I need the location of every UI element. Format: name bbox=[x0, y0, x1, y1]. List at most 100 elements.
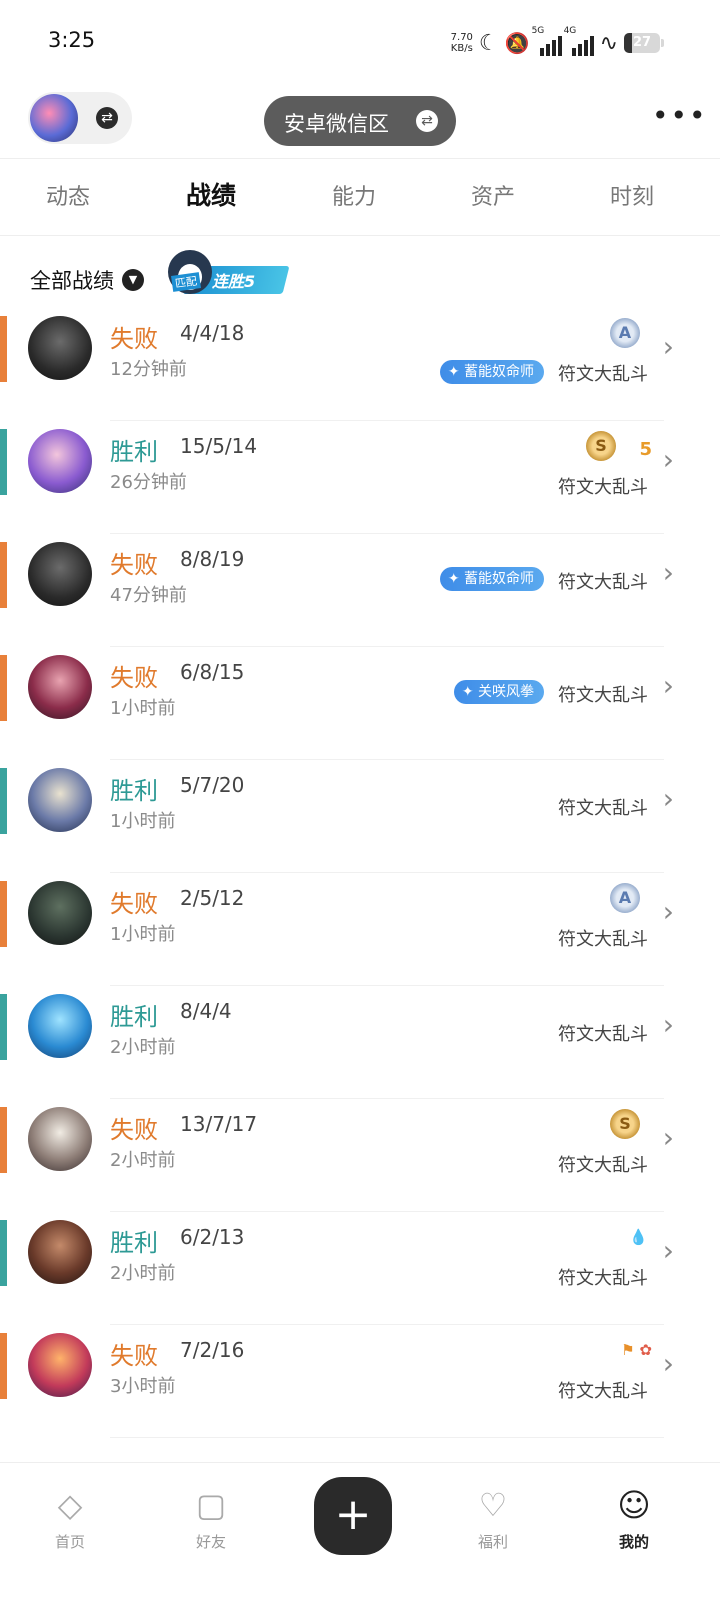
match-row[interactable]: 失败 2/5/12 1小时前 符文大乱斗 A › bbox=[0, 873, 720, 986]
flag-icon: ⚑ bbox=[621, 1341, 635, 1359]
more-menu-icon[interactable]: ••• bbox=[652, 102, 708, 130]
nav-welfare[interactable]: ♡ 福利 bbox=[453, 1485, 533, 1552]
champion-avatar bbox=[28, 1107, 92, 1171]
tab-ability[interactable]: 能力 bbox=[332, 179, 376, 211]
chevron-right-icon[interactable]: › bbox=[663, 895, 674, 928]
highlight-badge-label: 关咲风拳 bbox=[478, 684, 534, 700]
match-row[interactable]: 失败 13/7/17 2小时前 符文大乱斗 S › bbox=[0, 1099, 720, 1212]
match-result: 胜利 bbox=[110, 777, 158, 805]
nav-me-label: 我的 bbox=[618, 1533, 649, 1551]
sparkle-icon: ✦ bbox=[447, 571, 464, 587]
chevron-right-icon[interactable]: › bbox=[663, 669, 674, 702]
result-strip bbox=[0, 994, 7, 1060]
match-time-ago: 2小时前 bbox=[110, 1150, 176, 1171]
speed-unit: KB/s bbox=[450, 43, 473, 54]
tab-bar: 动态 战绩 能力 资产 时刻 bbox=[0, 158, 720, 236]
nav-friends-label: 好友 bbox=[195, 1533, 226, 1551]
champion-avatar bbox=[28, 655, 92, 719]
chevron-right-icon[interactable]: › bbox=[663, 782, 674, 815]
result-strip bbox=[0, 768, 7, 834]
top-bar: ⇄ 安卓微信区 ⇄ ••• bbox=[0, 92, 720, 152]
highlight-badge-label: 蓄能奴命师 bbox=[464, 364, 534, 380]
match-result: 失败 bbox=[110, 551, 158, 579]
chevron-right-icon[interactable]: › bbox=[663, 330, 674, 363]
nav-friends[interactable]: ▢ 好友 bbox=[171, 1485, 251, 1552]
swap-icon: ⇄ bbox=[416, 110, 438, 132]
chevron-right-icon[interactable]: › bbox=[663, 1121, 674, 1154]
tab-assets[interactable]: 资产 bbox=[471, 179, 515, 211]
wifi-icon: ∿ bbox=[599, 30, 618, 56]
record-filter[interactable]: 全部战绩 ▼ bbox=[30, 262, 144, 298]
sparkle-icon: ✦ bbox=[461, 684, 478, 700]
match-row[interactable]: 失败 8/8/19 47分钟前 符文大乱斗 ✦ 蓄能奴命师 › bbox=[0, 534, 720, 647]
match-row[interactable]: 胜利 8/4/4 2小时前 符文大乱斗 › bbox=[0, 986, 720, 1099]
result-strip bbox=[0, 655, 7, 721]
match-row[interactable]: 失败 6/8/15 1小时前 符文大乱斗 ✦ 关咲风拳 › bbox=[0, 647, 720, 760]
game-mode: 符文大乱斗 bbox=[558, 477, 648, 498]
avatar bbox=[30, 94, 78, 142]
signal-4g: 4G bbox=[564, 26, 594, 56]
signal-5g-label: 5G bbox=[531, 26, 545, 36]
medal-a-icon: A bbox=[610, 883, 640, 913]
game-mode: 符文大乱斗 bbox=[558, 1268, 648, 1289]
match-result: 失败 bbox=[110, 890, 158, 918]
nav-me[interactable]: ☺ 我的 bbox=[594, 1485, 674, 1552]
match-result: 胜利 bbox=[110, 438, 158, 466]
match-time-ago: 2小时前 bbox=[110, 1263, 176, 1284]
chevron-down-icon: ▼ bbox=[122, 269, 144, 291]
highlight-badge: ✦ 蓄能奴命师 bbox=[439, 567, 544, 591]
medal-s-icon: S bbox=[610, 1109, 640, 1139]
network-speed: 7.70 KB/s bbox=[451, 32, 473, 54]
match-kda: 6/2/13 bbox=[180, 1225, 245, 1249]
match-row[interactable]: 胜利 15/5/14 26分钟前 符文大乱斗 S 5 › bbox=[0, 421, 720, 534]
account-switcher[interactable]: ⇄ bbox=[28, 92, 132, 144]
chevron-right-icon[interactable]: › bbox=[663, 1347, 674, 1380]
match-time-ago: 2小时前 bbox=[110, 1037, 176, 1058]
result-strip bbox=[0, 1220, 7, 1286]
champion-avatar bbox=[28, 542, 92, 606]
match-kda: 13/7/17 bbox=[180, 1112, 258, 1136]
tab-moments[interactable]: 时刻 bbox=[610, 179, 654, 211]
chevron-right-icon[interactable]: › bbox=[663, 1234, 674, 1267]
match-time-ago: 47分钟前 bbox=[110, 585, 187, 606]
add-button[interactable]: + bbox=[314, 1477, 392, 1555]
sparkle-icon: ✦ bbox=[447, 364, 464, 380]
match-kda: 15/5/14 bbox=[180, 434, 258, 458]
game-mode: 符文大乱斗 bbox=[558, 798, 648, 819]
match-time-ago: 3小时前 bbox=[110, 1376, 176, 1397]
champion-avatar bbox=[28, 881, 92, 945]
match-result: 胜利 bbox=[110, 1003, 158, 1031]
dragon-icon: ✿ bbox=[634, 1341, 652, 1359]
game-mode: 符文大乱斗 bbox=[558, 1024, 648, 1045]
game-mode: 符文大乱斗 bbox=[558, 1381, 648, 1402]
match-row[interactable]: 失败 4/4/18 12分钟前 符文大乱斗 ✦ 蓄能奴命师 A › bbox=[0, 308, 720, 421]
match-result: 失败 bbox=[110, 664, 158, 692]
chevron-right-icon[interactable]: › bbox=[663, 1008, 674, 1041]
highlight-badge: ✦ 关咲风拳 bbox=[453, 680, 544, 704]
chevron-right-icon[interactable]: › bbox=[663, 443, 674, 476]
battery-icon: 27 bbox=[624, 33, 664, 53]
highlight-badge-label: 蓄能奴命师 bbox=[464, 571, 534, 587]
match-row[interactable]: 胜利 5/7/20 1小时前 符文大乱斗 › bbox=[0, 760, 720, 873]
blood-icon: 💧 bbox=[629, 1228, 648, 1246]
champion-avatar bbox=[28, 316, 92, 380]
status-bar: 3:25 7.70 KB/s ☾ 🔕 5G 4G ∿ 27 bbox=[0, 0, 720, 84]
kill-streak-count: 5 bbox=[639, 439, 652, 460]
chevron-right-icon[interactable]: › bbox=[663, 556, 674, 589]
match-row[interactable]: 失败 7/2/16 3小时前 符文大乱斗 ⚑ ✿ › bbox=[0, 1325, 720, 1438]
result-strip bbox=[0, 316, 7, 382]
match-time-ago: 26分钟前 bbox=[110, 472, 187, 493]
match-row[interactable]: 胜利 6/2/13 2小时前 符文大乱斗 💧 › bbox=[0, 1212, 720, 1325]
tab-feed[interactable]: 动态 bbox=[46, 179, 90, 211]
region-selector[interactable]: 安卓微信区 ⇄ bbox=[264, 96, 456, 146]
champion-avatar bbox=[28, 429, 92, 493]
medal-s-icon: S bbox=[586, 431, 616, 461]
nav-home[interactable]: ◇ 首页 bbox=[30, 1485, 110, 1552]
tab-records[interactable]: 战绩 bbox=[186, 176, 236, 212]
chat-icon: ▢ bbox=[195, 1486, 227, 1524]
mute-bell-icon: 🔕 bbox=[504, 31, 530, 55]
nav-home-label: 首页 bbox=[54, 1533, 85, 1551]
match-result: 失败 bbox=[110, 325, 158, 353]
match-kda: 8/4/4 bbox=[180, 999, 232, 1023]
game-mode: 符文大乱斗 bbox=[558, 364, 648, 385]
